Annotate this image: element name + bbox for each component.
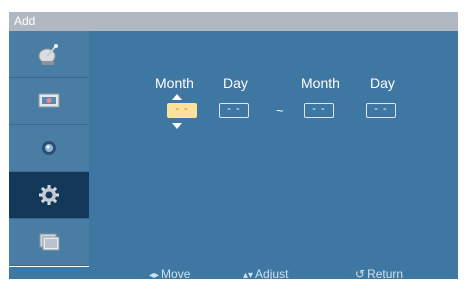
multi-screen-icon [39, 233, 60, 251]
increment-arrow-icon[interactable] [172, 94, 182, 100]
range-separator: ~ [276, 103, 284, 118]
up-down-arrow-icon: ▴▾ [243, 270, 254, 279]
sidebar-item-picture[interactable] [9, 78, 89, 125]
sidebar-item-setup[interactable] [9, 172, 89, 219]
osd-window: Add Month Day - - - - ~ Month Day - - - … [9, 12, 458, 279]
start-month-label: Month [155, 75, 194, 91]
satellite-dish-icon [38, 44, 58, 65]
decrement-arrow-icon[interactable] [172, 123, 182, 129]
start-day-field[interactable]: - - [219, 103, 249, 118]
sidebar-item-input[interactable] [9, 31, 89, 78]
footer-hints: ◂▸ Move ▴▾ Adjust ↺ Return [9, 267, 458, 279]
picture-icon [38, 93, 60, 108]
sidebar [9, 31, 89, 267]
window-title: Add [14, 14, 36, 28]
sidebar-item-multi-control[interactable] [9, 219, 89, 266]
return-icon: ↺ [355, 267, 366, 279]
start-day-label: Day [223, 75, 248, 91]
start-month-field[interactable]: - - [167, 103, 197, 118]
end-month-label: Month [301, 75, 340, 91]
main-panel: Month Day - - - - ~ Month Day - - - - [89, 31, 458, 267]
end-month-field[interactable]: - - [304, 103, 334, 118]
sidebar-item-sound[interactable] [9, 125, 89, 172]
left-right-arrow-icon: ◂▸ [149, 270, 160, 279]
gear-icon [39, 185, 59, 205]
end-day-field[interactable]: - - [366, 103, 396, 118]
end-day-label: Day [370, 75, 395, 91]
title-bar: Add [9, 12, 458, 31]
adjust-hint: ▴▾ Adjust [243, 267, 289, 279]
return-hint: ↺ Return [355, 267, 404, 279]
move-hint: ◂▸ Move [149, 267, 191, 279]
sound-icon [42, 141, 56, 155]
